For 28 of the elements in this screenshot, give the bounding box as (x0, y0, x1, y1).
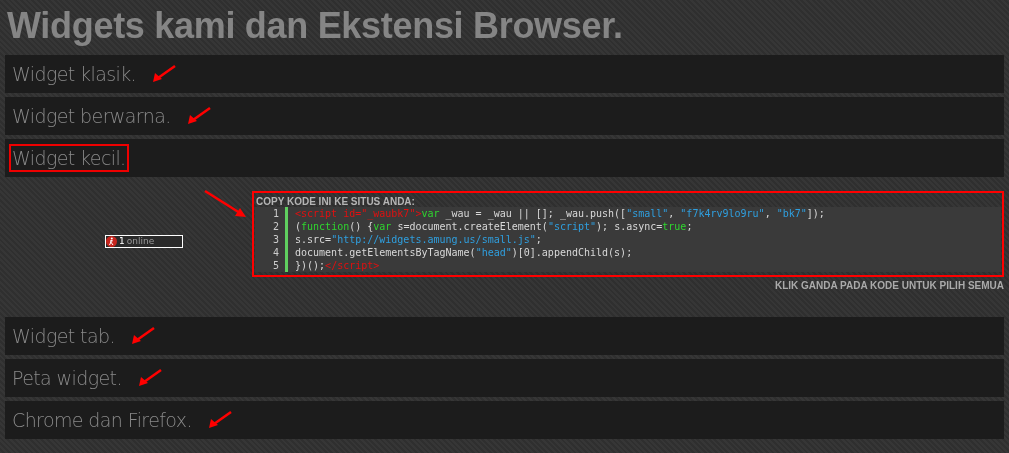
line-number: 5 (255, 259, 288, 272)
section-title: Widget tab. (11, 324, 116, 349)
line-number: 4 (255, 246, 288, 259)
line-number: 2 (255, 220, 288, 233)
code-line: s.src="http://widgets.amung.us/small.js"; (294, 233, 542, 246)
section-header[interactable]: Widget tab. (5, 317, 1004, 355)
select-hint: KLIK GANDA PADA KODE UNTUK PILIH SEMUA (774, 280, 1004, 291)
code-heading: COPY KODE INI KE SITUS ANDA: (255, 195, 416, 207)
section-title: Widget kecil. (9, 144, 129, 172)
section-header[interactable]: Chrome dan Firefox. (5, 401, 1004, 439)
code-line: <script id="_waubk7">var _wau = _wau || []; _wau.push(["small", "f7k4rv9lo9ru", "bk7"]); (294, 207, 825, 220)
section-header[interactable]: Widget kecil. (5, 139, 1004, 177)
page-title: Widgets kami dan Ekstensi Browser. (7, 4, 623, 48)
code-line: (function() {var s=document.createElement("script"); s.async=true; (294, 220, 693, 233)
code-block[interactable] (255, 207, 1001, 272)
section-title: Widget klasik. (11, 62, 138, 87)
code-line: document.getElementsByTagName("head")[0].appendChild(s); (294, 246, 633, 259)
online-label: online (126, 236, 155, 247)
section-header[interactable]: Widget klasik. (5, 55, 1004, 93)
line-number: 3 (255, 233, 288, 246)
line-number: 1 (255, 207, 288, 220)
code-line: })();</script> (294, 259, 380, 272)
section-title: Chrome dan Firefox. (11, 408, 193, 433)
online-count: 1 (119, 236, 125, 247)
section-title: Peta widget. (11, 366, 123, 391)
section-title: Widget berwarna. (11, 104, 172, 129)
section-header[interactable]: Peta widget. (5, 359, 1004, 397)
section-header[interactable]: Widget berwarna. (5, 97, 1004, 135)
